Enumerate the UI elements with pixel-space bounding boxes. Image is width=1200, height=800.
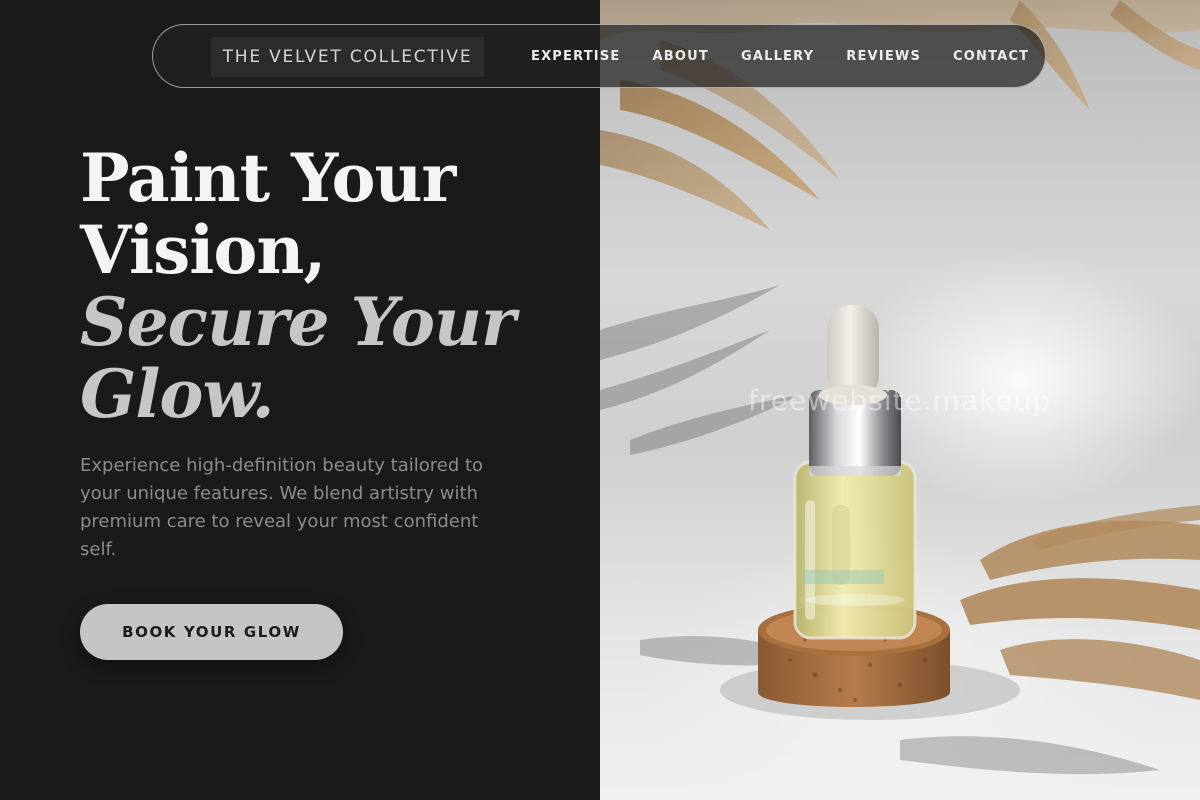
nav-link-reviews[interactable]: REVIEWS bbox=[846, 49, 921, 64]
headline-line-2: Vision, bbox=[80, 211, 326, 289]
top-navbar: THE VELVET COLLECTIVE EXPERTISE ABOUT GA… bbox=[152, 24, 1046, 88]
headline-line-4: Glow. bbox=[80, 355, 275, 433]
watermark-text: freewebsite.makeup bbox=[748, 384, 1051, 417]
hero-description: Experience high-definition beauty tailor… bbox=[80, 455, 484, 560]
nav-link-about[interactable]: ABOUT bbox=[653, 49, 709, 64]
nav-link-expertise[interactable]: EXPERTISE bbox=[531, 49, 621, 64]
brand-logo[interactable]: THE VELVET COLLECTIVE bbox=[211, 37, 484, 77]
nav-links: EXPERTISE ABOUT GALLERY REVIEWS CONTACT bbox=[531, 25, 1029, 87]
nav-link-contact[interactable]: CONTACT bbox=[953, 49, 1029, 64]
dried-grass-right bbox=[960, 505, 1200, 700]
headline-line-3: Secure Your bbox=[80, 283, 516, 361]
book-your-glow-button[interactable]: BOOK YOUR GLOW bbox=[80, 604, 343, 660]
hero-headline: Paint Your Vision, Secure Your Glow. bbox=[80, 139, 516, 433]
nav-link-gallery[interactable]: GALLERY bbox=[741, 49, 814, 64]
headline-line-1: Paint Your bbox=[80, 139, 456, 217]
serum-bottle bbox=[793, 460, 917, 640]
